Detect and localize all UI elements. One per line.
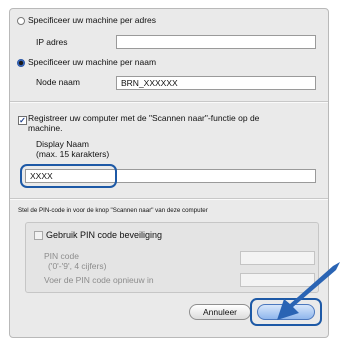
pointer-arrow-icon — [277, 262, 340, 320]
